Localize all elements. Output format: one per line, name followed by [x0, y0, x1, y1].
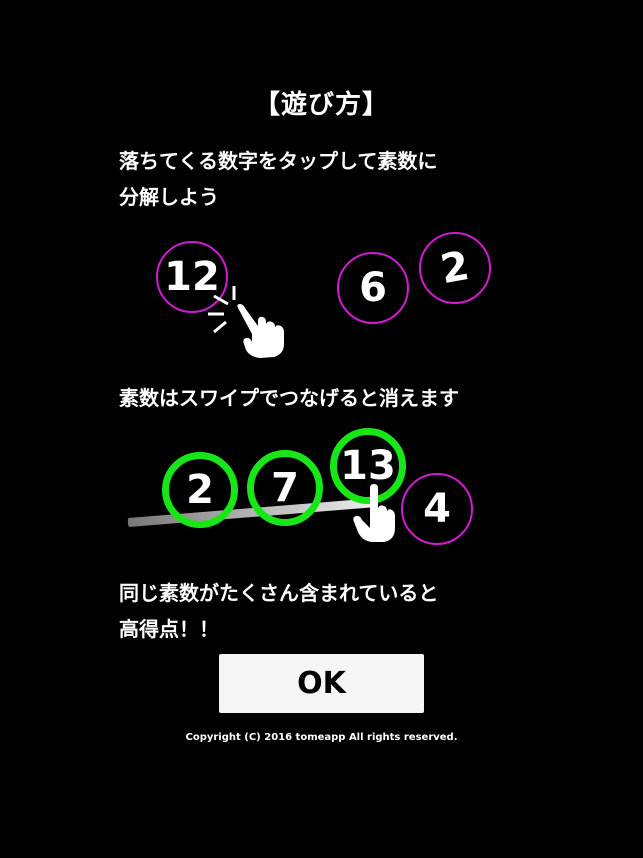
number-circle-selected: 2: [162, 452, 238, 528]
circle-number: 2: [437, 242, 473, 294]
instruction-line: 高得点！！: [119, 617, 219, 641]
pointing-hand-icon: [237, 304, 284, 358]
circle-number: 7: [271, 465, 299, 511]
instruction-tap: 落ちてくる数字をタップして素数に 分解しよう: [119, 143, 437, 215]
ok-button[interactable]: OK: [219, 654, 424, 713]
circle-number: 2: [186, 467, 214, 513]
number-circle: 4: [401, 473, 473, 545]
circle-number: 4: [423, 486, 451, 532]
instruction-line: 同じ素数がたくさん含まれていると: [119, 581, 439, 605]
instruction-line: 落ちてくる数字をタップして素数に: [119, 149, 438, 173]
copyright-text: Copyright (C) 2016 tomeapp All rights re…: [185, 732, 458, 743]
page-title: 【遊び方】: [253, 90, 389, 120]
instruction-score: 同じ素数がたくさん含まれていると 高得点！！: [119, 575, 438, 647]
instruction-line: 素数はスワイプでつなげると消えます: [119, 386, 459, 410]
pointing-hand-icon: [353, 484, 395, 542]
circle-number: 6: [359, 265, 387, 311]
number-circle: 6: [337, 252, 409, 324]
instruction-swipe: 素数はスワイプでつなげると消えます: [119, 380, 459, 416]
circle-number: 13: [340, 443, 396, 489]
instruction-line: 分解しよう: [119, 185, 219, 209]
number-circle: 2: [419, 232, 491, 304]
number-circle-selected: 7: [247, 450, 323, 526]
